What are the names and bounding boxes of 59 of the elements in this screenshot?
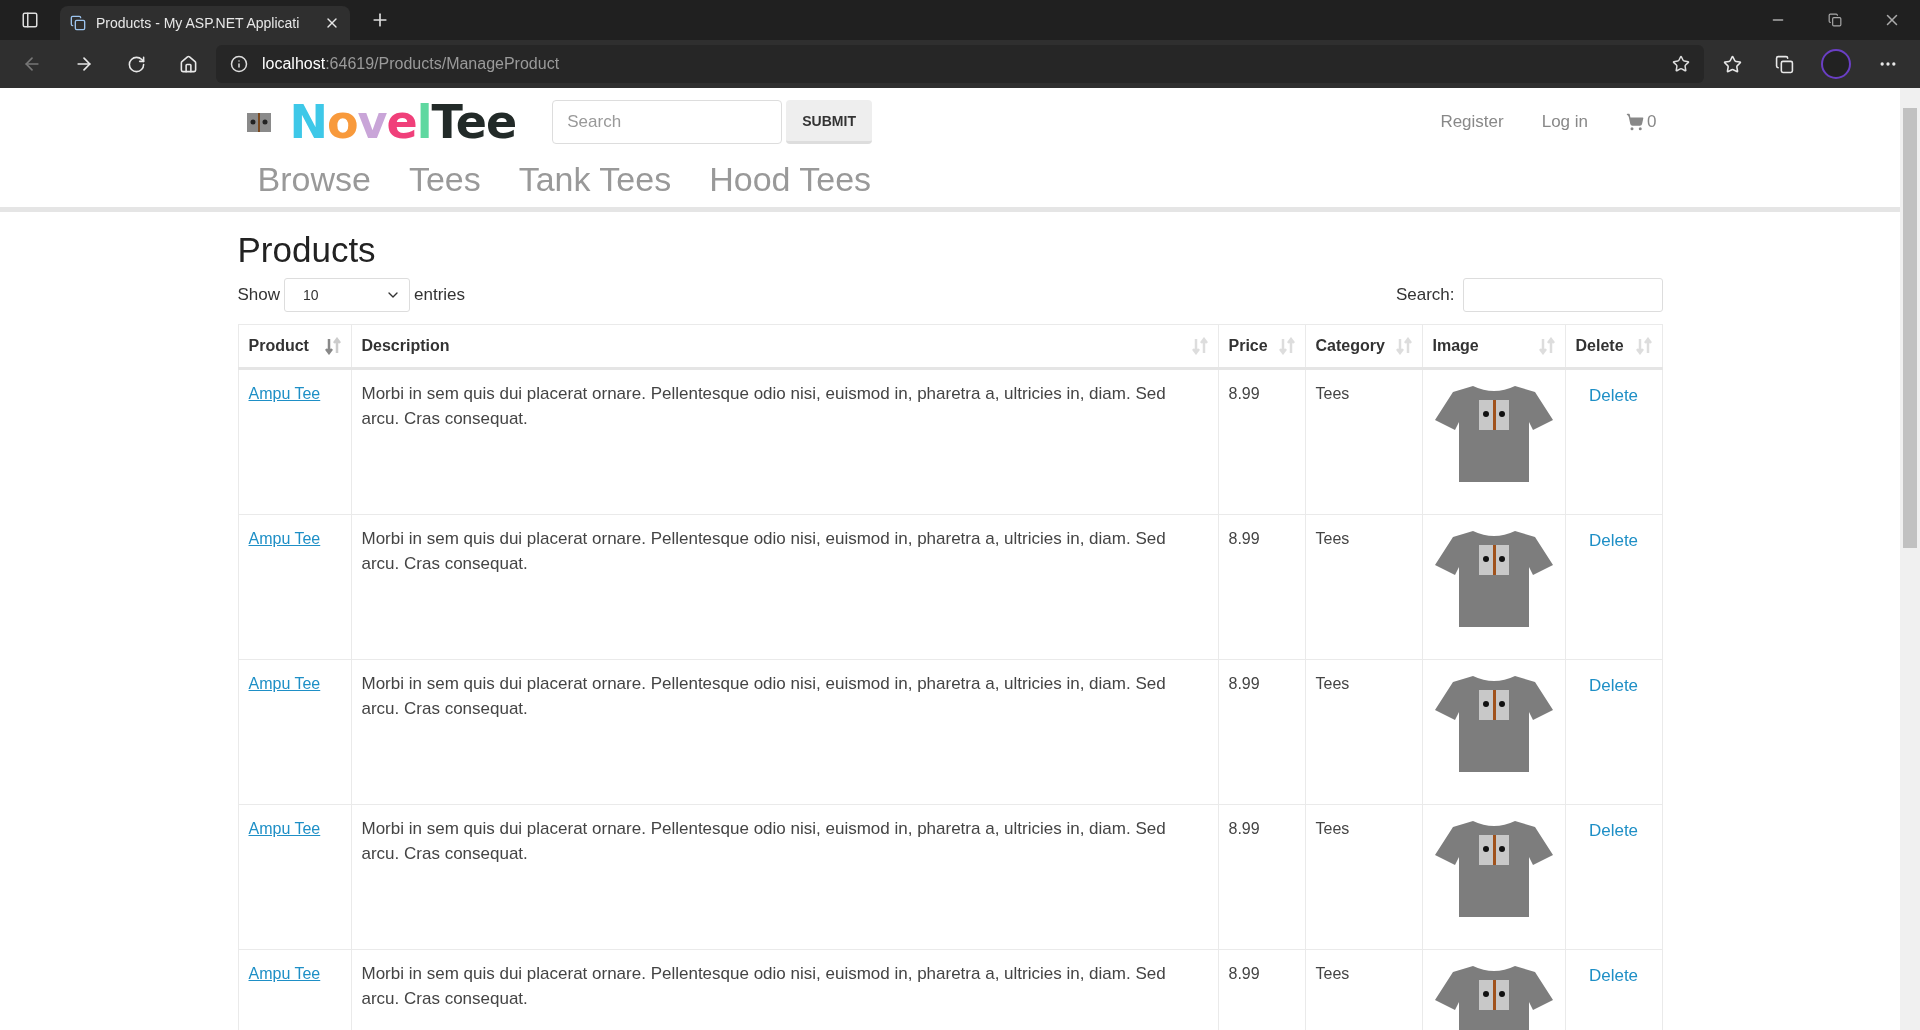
scrollbar[interactable] (1900, 88, 1920, 1030)
delete-link[interactable]: Delete (1575, 529, 1652, 554)
category-text: Tees (1315, 530, 1350, 547)
price-text: 8.99 (1228, 385, 1260, 402)
category-text: Tees (1315, 385, 1350, 402)
delete-link[interactable]: Delete (1575, 674, 1652, 699)
home-icon[interactable] (178, 54, 198, 74)
nav-link[interactable]: Tees (408, 160, 481, 199)
description-text: Morbi in sem quis dui placerat ornare. Pellentesque odio nisi, euismod in, pharetra a, ultricies in, diam. Sed arcu. Cras consequat. (361, 819, 1166, 863)
header-link[interactable]: Register (1440, 112, 1504, 132)
site-logo[interactable]: NovelTee (289, 95, 517, 149)
nav-link[interactable]: Tank Tees (518, 160, 672, 199)
category-text: Tees (1315, 820, 1350, 837)
description-text: Morbi in sem quis dui placerat ornare. Pellentesque odio nisi, euismod in, pharetra a, ultricies in, diam. Sed arcu. Cras consequat. (361, 674, 1166, 718)
url-text: localhost:64619/Products/ManageProduct (262, 55, 560, 73)
price-text: 8.99 (1228, 530, 1260, 547)
price-text: 8.99 (1228, 675, 1260, 692)
tab-actions-icon[interactable] (21, 11, 39, 29)
category-text: Tees (1315, 965, 1350, 982)
product-link[interactable]: Ampu Tee (248, 965, 321, 982)
header-link[interactable]: Log in (1541, 112, 1589, 132)
restore-icon[interactable] (1827, 13, 1842, 27)
entries-select[interactable]: 10 (284, 278, 411, 312)
info-icon[interactable] (230, 55, 248, 73)
nav-link[interactable]: Hood Tees (709, 160, 872, 199)
category-text: Tees (1315, 675, 1350, 692)
sort-icon[interactable] (324, 337, 341, 355)
cart-link[interactable]: 0 (1626, 112, 1657, 132)
price-text: 8.99 (1228, 965, 1260, 982)
collections-icon[interactable] (1774, 54, 1794, 74)
search-field[interactable]: Search (552, 100, 783, 144)
page-title: Products (237, 230, 377, 270)
search-label: Search: (1395, 285, 1455, 305)
book-logo-icon (245, 110, 272, 134)
product-link[interactable]: Ampu Tee (248, 675, 321, 692)
product-link[interactable]: Ampu Tee (248, 530, 321, 547)
table-search-field[interactable] (1462, 278, 1663, 312)
column-header[interactable]: Price (1228, 337, 1268, 355)
product-link[interactable]: Ampu Tee (248, 820, 321, 837)
description-text: Morbi in sem quis dui placerat ornare. Pellentesque odio nisi, euismod in, pharetra a, ultricies in, diam. Sed arcu. Cras consequat. (361, 964, 1166, 1008)
column-header[interactable]: Description (361, 337, 450, 355)
entries-label: entries (414, 285, 466, 305)
page-icon (70, 15, 86, 31)
delete-link[interactable]: Delete (1575, 819, 1652, 844)
submit-button[interactable]: SUBMIT (786, 100, 872, 144)
description-text: Morbi in sem quis dui placerat ornare. Pellentesque odio nisi, euismod in, pharetra a, ultricies in, diam. Sed arcu. Cras consequat. (361, 384, 1166, 428)
address-bar[interactable]: localhost:64619/Products/ManageProduct (216, 45, 1704, 83)
browser-tab[interactable]: Products - My ASP.NET Applicati (60, 6, 350, 40)
column-header[interactable]: Image (1432, 337, 1479, 355)
product-link[interactable]: Ampu Tee (248, 385, 321, 402)
nav-link[interactable]: Browse (257, 160, 371, 199)
favorites-icon[interactable] (1722, 54, 1742, 74)
show-label: Show (237, 285, 281, 305)
tab-title: Products - My ASP.NET Applicati (96, 15, 301, 31)
price-text: 8.99 (1228, 820, 1260, 837)
description-text: Morbi in sem quis dui placerat ornare. Pellentesque odio nisi, euismod in, pharetra a, ultricies in, diam. Sed arcu. Cras consequat. (361, 529, 1166, 573)
delete-link[interactable]: Delete (1575, 384, 1652, 409)
star-icon[interactable] (1672, 55, 1690, 73)
reload-icon[interactable] (126, 54, 146, 74)
